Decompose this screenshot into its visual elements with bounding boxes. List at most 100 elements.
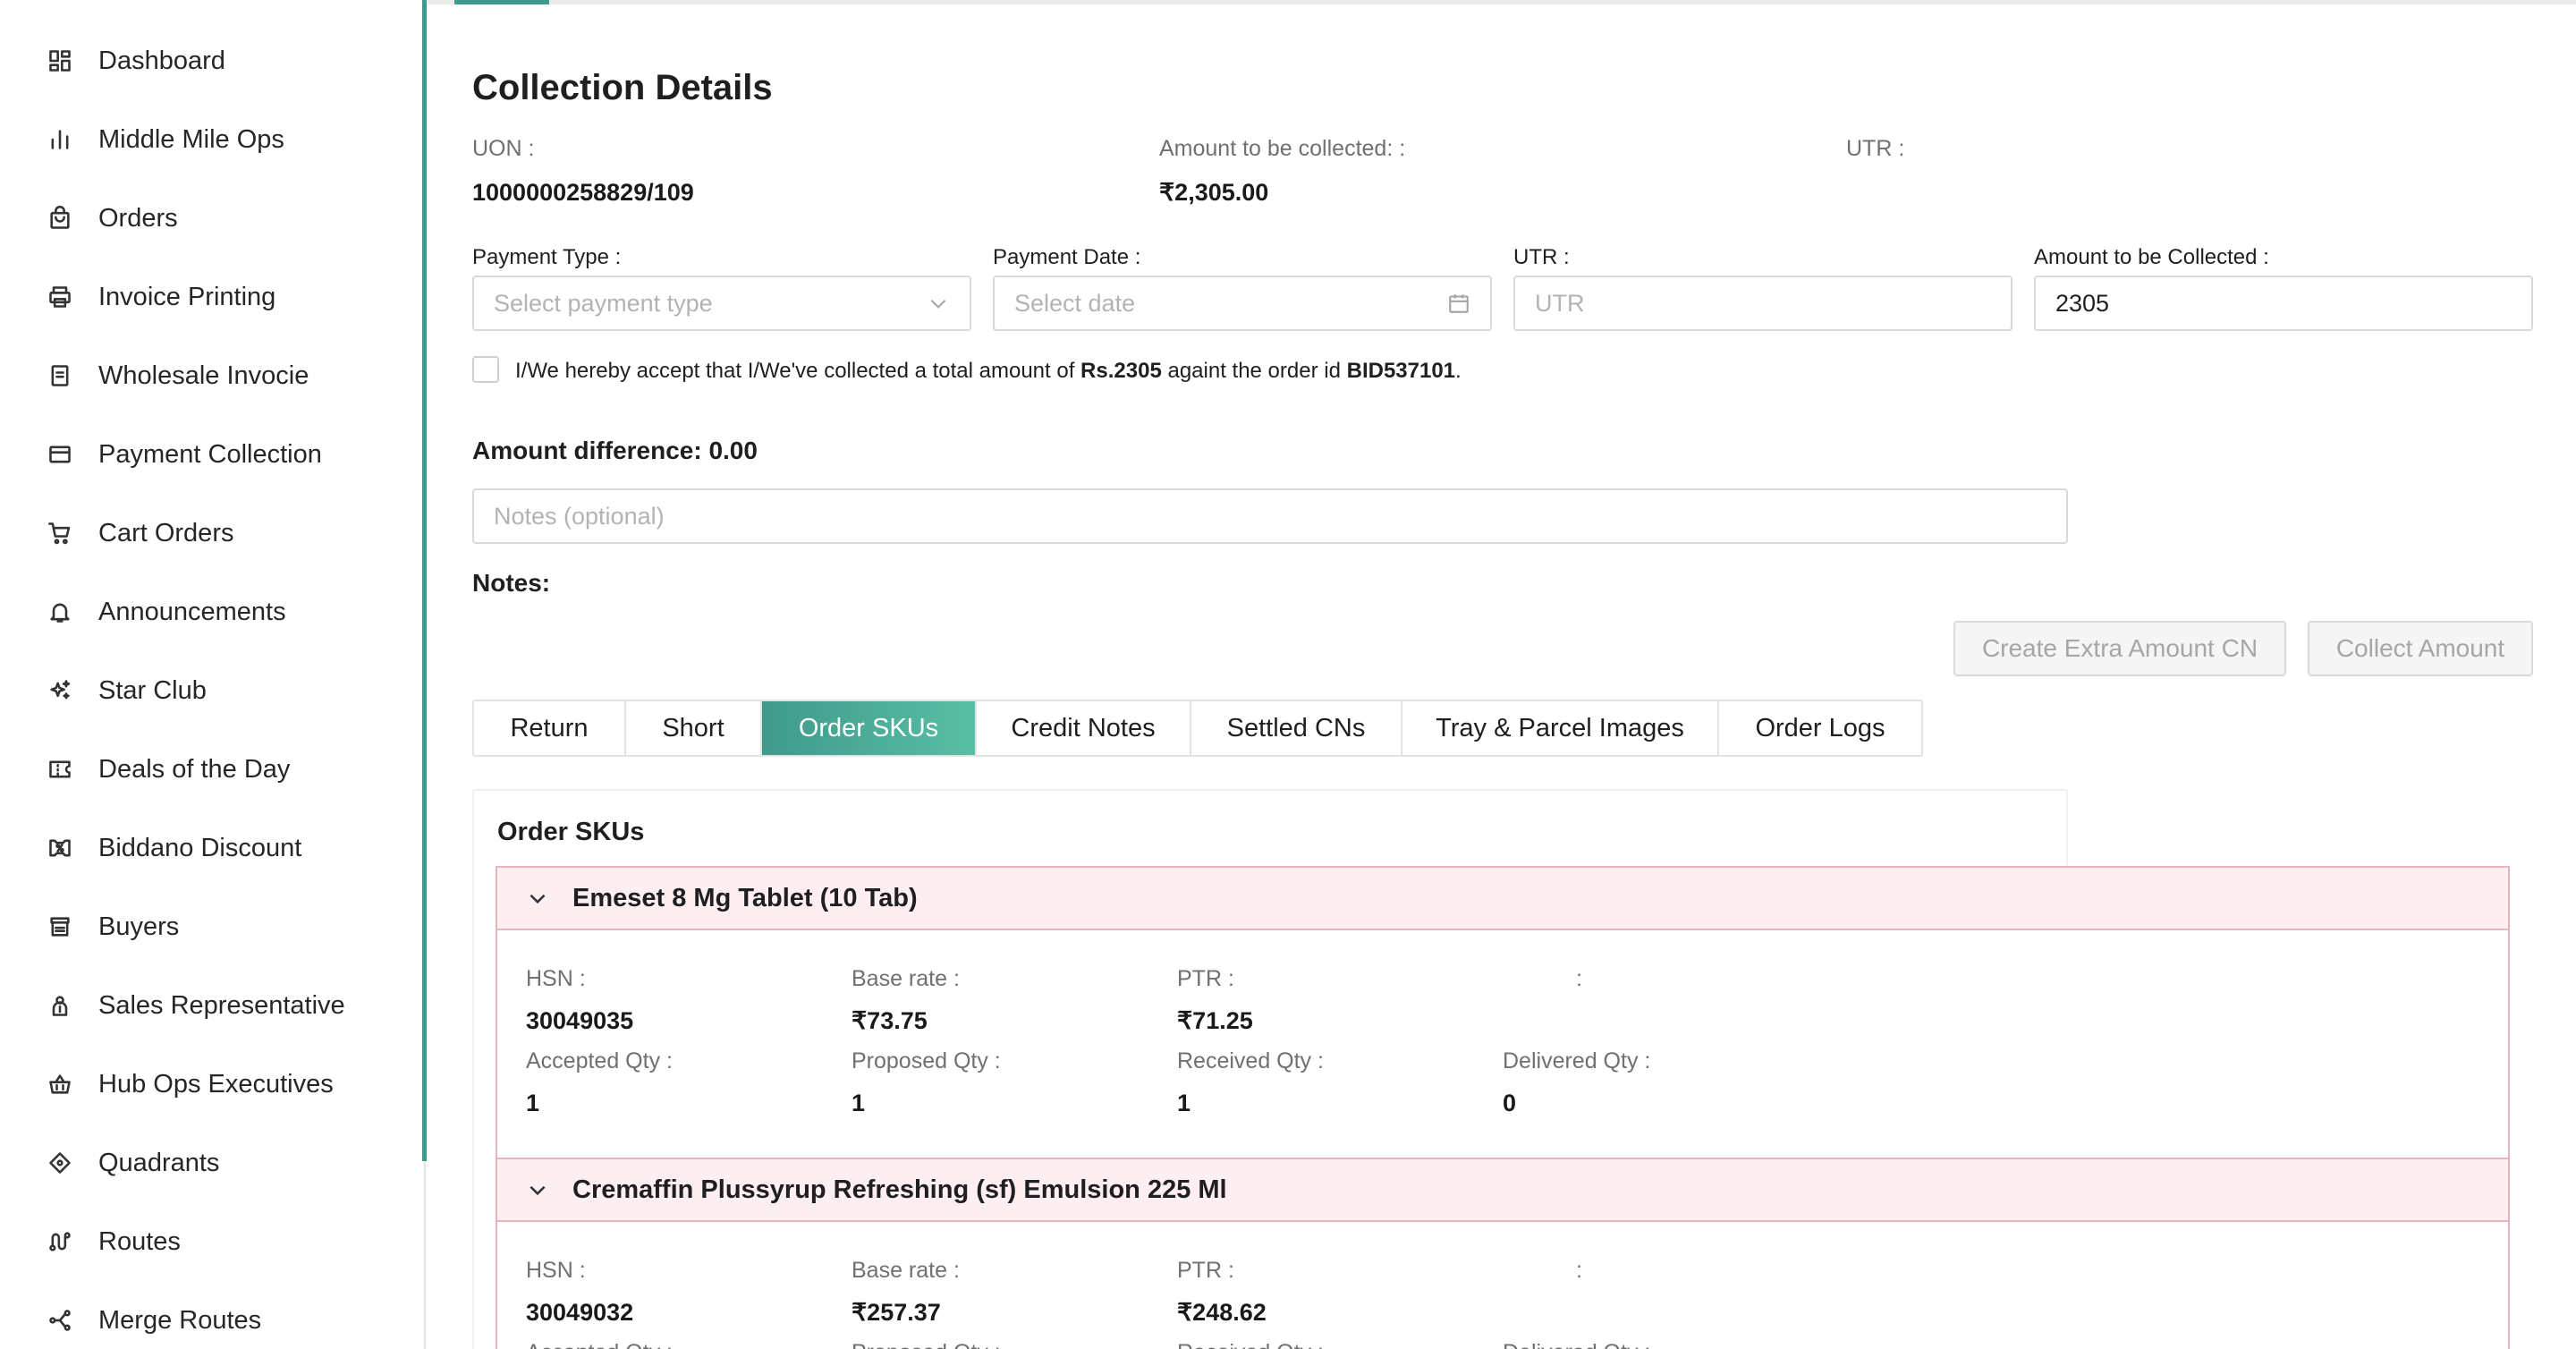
accepted-qty-value: 1: [526, 1090, 540, 1116]
sidebar-item-invoice-printing[interactable]: Invoice Printing: [47, 270, 275, 324]
utr-label: UTR :: [1513, 245, 1570, 269]
credit-card-icon: [47, 441, 73, 468]
dashboard-icon: [47, 47, 73, 74]
utr-input[interactable]: [1513, 276, 2012, 331]
diamond-icon: [47, 1150, 73, 1176]
tab-tray-parcel-images[interactable]: Tray & Parcel Images: [1402, 701, 1719, 755]
sidebar-item-hub-ops-executives[interactable]: Hub Ops Executives: [47, 1057, 334, 1111]
amount-to-collect-label: Amount to be collected: :: [1159, 136, 1406, 161]
payment-type-label: Payment Type :: [472, 245, 622, 269]
collection-details-page: Collection Details UON : 1000000258829/1…: [428, 0, 2576, 1349]
tab-short[interactable]: Short: [626, 701, 762, 755]
sidebar-item-label: Payment Collection: [98, 439, 322, 469]
tab-order-skus[interactable]: Order SKUs: [762, 701, 977, 755]
uon-label: UON :: [472, 136, 535, 161]
user-badge-icon: [47, 992, 73, 1019]
tab-return[interactable]: Return: [474, 701, 626, 755]
utr-info-label: UTR :: [1846, 136, 1905, 161]
amount-to-be-collected-input[interactable]: [2034, 276, 2533, 331]
sku-panel-header[interactable]: Emeset 8 Mg Tablet (10 Tab): [496, 866, 2510, 930]
sku-panel-header[interactable]: Cremaffin Plussyrup Refreshing (sf) Emul…: [496, 1158, 2510, 1222]
sidebar-item-payment-collection[interactable]: Payment Collection: [47, 428, 322, 481]
route-icon: [47, 1228, 73, 1255]
sidebar-item-middle-mile-ops[interactable]: Middle Mile Ops: [47, 113, 284, 166]
tab-order-logs[interactable]: Order Logs: [1719, 701, 1921, 755]
received-qty-label: Received Qty :: [1177, 1048, 1324, 1073]
payment-date-picker[interactable]: Select date: [993, 276, 1492, 331]
sidebar-item-label: Invoice Printing: [98, 282, 276, 311]
amount-to-be-collected-label: Amount to be Collected :: [2034, 245, 2269, 269]
sidebar-item-label: Cart Orders: [98, 518, 234, 547]
calendar-icon: [1447, 292, 1470, 315]
ptr-value: ₹71.25: [1177, 1007, 1253, 1034]
chevron-down-icon: [530, 1185, 546, 1196]
payment-date-placeholder: Select date: [1014, 289, 1136, 317]
sidebar-item-deals-of-the-day[interactable]: Deals of the Day: [47, 742, 290, 796]
consent-prefix: I/We hereby accept that I/We've collecte…: [515, 359, 1081, 383]
sku-name: Emeset 8 Mg Tablet (10 Tab): [572, 883, 918, 912]
received-qty-value: 1: [1177, 1090, 1191, 1116]
sidebar-item-label: Orders: [98, 203, 178, 233]
sidebar-item-label: Biddano Discount: [98, 833, 302, 862]
sidebar-item-label: Merge Routes: [98, 1305, 262, 1335]
payment-type-select[interactable]: Select payment type: [472, 276, 971, 331]
consent-order-id: BID537101: [1346, 359, 1456, 383]
sidebar-item-label: Middle Mile Ops: [98, 124, 284, 154]
sidebar-item-label: Wholesale Invocie: [98, 361, 309, 390]
delivered-qty-value: 0: [1503, 1090, 1517, 1116]
page-title: Collection Details: [472, 68, 773, 107]
consent-amount: Rs.2305: [1080, 359, 1162, 383]
basket-icon: [47, 1071, 73, 1098]
accepted-qty-label: Accepted Qty :: [526, 1048, 673, 1073]
tab-settled-cns[interactable]: Settled CNs: [1191, 701, 1402, 755]
sidebar-item-sales-representative[interactable]: Sales Representative: [47, 979, 345, 1032]
shopping-bag-icon: [47, 205, 73, 232]
store-icon: [47, 913, 73, 940]
bar-chart-icon: [47, 126, 73, 153]
sparkle-icon: [47, 677, 73, 704]
sidebar-item-buyers[interactable]: Buyers: [47, 900, 179, 954]
uon-value: 1000000258829/109: [472, 179, 694, 206]
proposed-qty-value: 1: [852, 1090, 866, 1116]
sidebar-item-label: Announcements: [98, 597, 286, 626]
hsn-value: 30049035: [526, 1007, 634, 1034]
hsn-label: HSN :: [526, 1258, 586, 1283]
sidebar-item-biddano-discount[interactable]: Biddano Discount: [47, 821, 301, 875]
hsn-label: HSN :: [526, 966, 586, 991]
cart-icon: [47, 520, 73, 547]
received-qty-label: Received Qty :: [1177, 1340, 1324, 1349]
consent-checkbox[interactable]: [472, 356, 499, 383]
sidebar-item-dashboard[interactable]: Dashboard: [47, 34, 225, 88]
notes-heading: Notes:: [472, 569, 551, 597]
amount-difference: Amount difference: 0.00: [472, 437, 758, 464]
sidebar-item-label: Deals of the Day: [98, 754, 291, 784]
delivered-qty-label: Delivered Qty :: [1503, 1340, 1650, 1349]
sidebar-item-label: Hub Ops Executives: [98, 1069, 334, 1099]
sidebar-scroll-indicator: [422, 0, 427, 1161]
create-extra-amount-cn-button[interactable]: Create Extra Amount CN: [1953, 621, 2286, 676]
base-rate-value: ₹73.75: [852, 1007, 928, 1034]
sidebar: Dashboard Middle Mile Ops Orders Invoice…: [0, 0, 426, 1349]
ptr-value: ₹248.62: [1177, 1299, 1267, 1326]
sidebar-item-announcements[interactable]: Announcements: [47, 585, 286, 639]
sidebar-item-routes[interactable]: Routes: [47, 1215, 181, 1268]
sidebar-item-label: Sales Representative: [98, 990, 345, 1020]
sidebar-item-merge-routes[interactable]: Merge Routes: [47, 1294, 261, 1347]
coupon-icon: [47, 756, 73, 783]
proposed-qty-label: Proposed Qty :: [852, 1048, 1001, 1073]
consent-suffix: .: [1455, 359, 1462, 383]
sidebar-item-orders[interactable]: Orders: [47, 191, 178, 245]
tab-credit-notes[interactable]: Credit Notes: [977, 701, 1191, 755]
sidebar-item-star-club[interactable]: Star Club: [47, 664, 207, 717]
detail-tabs: Return Short Order SKUs Credit Notes Set…: [472, 700, 1923, 757]
sidebar-item-wholesale-invoice[interactable]: Wholesale Invocie: [47, 349, 309, 403]
collect-amount-button[interactable]: Collect Amount: [2308, 621, 2533, 676]
sidebar-item-quadrants[interactable]: Quadrants: [47, 1136, 219, 1190]
sidebar-item-cart-orders[interactable]: Cart Orders: [47, 506, 233, 560]
payment-type-placeholder: Select payment type: [494, 289, 713, 317]
sidebar-item-label: Quadrants: [98, 1148, 220, 1177]
base-rate-label: Base rate :: [852, 1258, 960, 1283]
chevron-down-icon: [530, 894, 546, 904]
notes-input[interactable]: [472, 488, 2068, 544]
consent-text: I/We hereby accept that I/We've collecte…: [515, 359, 1462, 384]
